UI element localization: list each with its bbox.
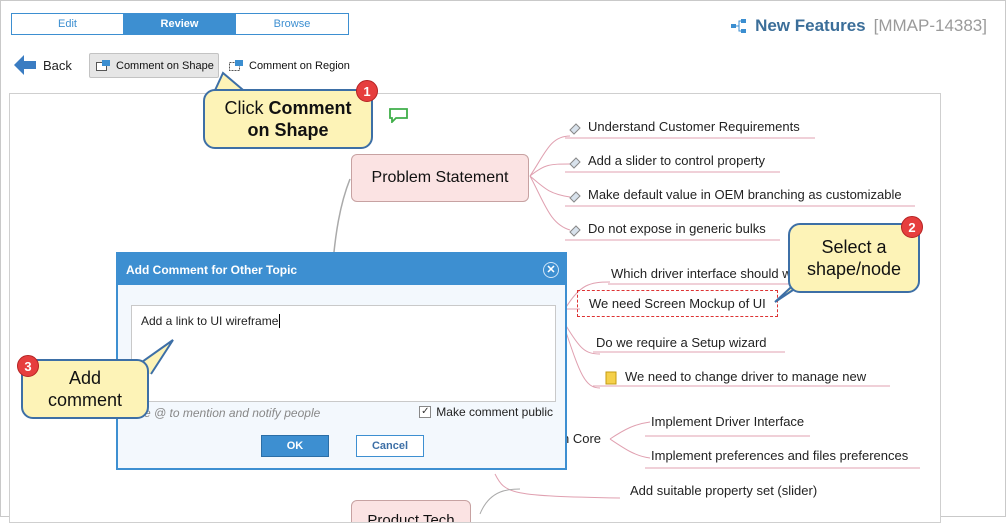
back-button[interactable]: Back — [13, 54, 72, 76]
note-icon — [605, 371, 617, 385]
tab-browse[interactable]: Browse — [236, 14, 348, 34]
list-item[interactable]: Make default value in OEM branching as c… — [568, 187, 902, 203]
comment-region-icon — [229, 59, 243, 71]
item-label: We need to change driver to manage new — [625, 369, 867, 384]
step-badge-2: 2 — [901, 216, 923, 238]
dialog-header: Add Comment for Other Topic ✕ — [118, 254, 565, 285]
item-label: Do not expose in generic bulks — [588, 221, 766, 236]
callout-comment-on-shape: Click Comment on Shape — [203, 89, 373, 149]
item-label: Make default value in OEM branching as c… — [588, 187, 902, 202]
comment-shape-icon — [96, 59, 110, 71]
list-item[interactable]: Which driver interface should w — [611, 266, 792, 281]
list-item[interactable]: Implement Driver Interface — [651, 414, 804, 429]
tab-review[interactable]: Review — [124, 14, 236, 34]
comment-text-value: Add a link to UI wireframe — [141, 314, 279, 328]
topic-product-tech[interactable]: Product Tech — [351, 500, 471, 522]
task-icon — [569, 156, 581, 169]
comment-bubble-icon[interactable] — [388, 107, 410, 123]
callout-text: Select a — [821, 237, 887, 257]
close-icon[interactable]: ✕ — [543, 261, 559, 278]
item-label: Understand Customer Requirements — [588, 119, 800, 134]
make-public-label: Make comment public — [436, 405, 553, 419]
list-item[interactable]: Add a slider to control property — [568, 153, 765, 169]
comment-on-shape-label: Comment on Shape — [116, 59, 214, 72]
task-icon — [569, 122, 581, 135]
make-public-checkbox[interactable]: ✓ Make comment public — [419, 405, 553, 419]
list-item[interactable]: We need to change driver to manage new — [605, 369, 866, 385]
tab-edit[interactable]: Edit — [12, 14, 124, 34]
page-title: New Features [MMAP-14383] — [731, 16, 987, 36]
topic-problem-statement[interactable]: Problem Statement — [351, 154, 529, 202]
callout-bold-text: Comment — [268, 98, 352, 118]
callout-add-comment: Add comment — [21, 359, 149, 419]
mindmap-icon — [731, 19, 747, 33]
selected-node[interactable]: We need Screen Mockup of UI — [577, 290, 778, 317]
callout-text: comment — [47, 390, 123, 410]
list-item[interactable]: Implement preferences and files preferen… — [651, 448, 908, 463]
comment-on-region-label: Comment on Region — [249, 59, 350, 72]
list-item[interactable]: Add suitable property set (slider) — [630, 483, 817, 498]
topic-core-partial[interactable]: n Core — [562, 431, 601, 446]
callout-text: shape/node — [806, 259, 902, 279]
issue-key: [MMAP-14383] — [873, 16, 987, 35]
callout-text: Add — [68, 368, 102, 388]
ok-button[interactable]: OK — [261, 435, 329, 457]
cancel-button[interactable]: Cancel — [356, 435, 424, 457]
callout-bold-text: on Shape — [247, 120, 329, 140]
map-title: New Features — [755, 16, 866, 35]
list-item[interactable]: Do we require a Setup wizard — [596, 335, 767, 350]
checkbox-checked-icon[interactable]: ✓ — [419, 406, 432, 418]
comment-textarea[interactable]: Add a link to UI wireframe — [131, 305, 556, 402]
list-item[interactable]: Understand Customer Requirements — [568, 119, 800, 135]
callout-select-shape: Select a shape/node — [788, 223, 920, 293]
task-icon — [569, 190, 581, 203]
list-item[interactable]: Do not expose in generic bulks — [568, 221, 766, 237]
back-label: Back — [43, 57, 72, 73]
step-badge-3: 3 — [17, 355, 39, 377]
view-tabs: Edit Review Browse — [11, 13, 349, 35]
back-arrow-icon — [14, 55, 36, 75]
item-label: Add a slider to control property — [588, 153, 766, 168]
step-badge-1: 1 — [356, 80, 378, 102]
callout-text: Click — [224, 98, 264, 118]
task-icon — [569, 224, 581, 237]
mention-hint: e @ to mention and notify people — [144, 406, 321, 420]
dialog-title: Add Comment for Other Topic — [126, 262, 298, 277]
comment-on-shape-button[interactable]: Comment on Shape — [89, 53, 219, 78]
